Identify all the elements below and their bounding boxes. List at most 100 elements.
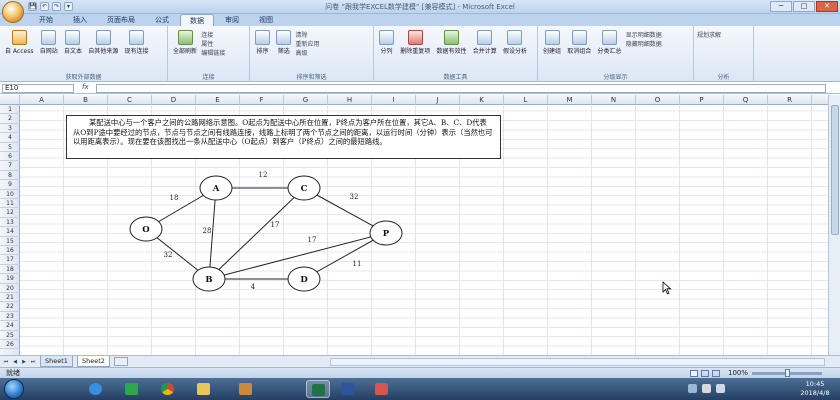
start-button[interactable] xyxy=(4,379,24,399)
from-text-button[interactable]: 自文本 xyxy=(64,28,82,55)
reapply-link[interactable]: 重新应用 xyxy=(295,40,319,49)
tab-view[interactable]: 视图 xyxy=(250,14,282,26)
subtotal-button[interactable]: 分类汇总 xyxy=(598,28,622,55)
column-header-H[interactable]: H xyxy=(328,95,372,105)
vertical-scrollbar[interactable] xyxy=(828,95,840,357)
row-header-3[interactable]: 3 xyxy=(0,124,20,134)
row-header-10[interactable]: 10 xyxy=(0,190,20,199)
row-header-6[interactable]: 6 xyxy=(0,152,20,162)
save-icon[interactable]: 💾 xyxy=(28,2,37,11)
column-header-P[interactable]: P xyxy=(680,95,724,105)
name-box[interactable]: E10 xyxy=(2,84,74,93)
function-icon[interactable]: fx xyxy=(82,83,89,91)
solver-button[interactable]: 规划求解 xyxy=(697,31,721,40)
office-button[interactable] xyxy=(2,1,24,23)
row-header-11[interactable]: 11 xyxy=(0,199,20,209)
scroll-thumb[interactable] xyxy=(831,105,839,235)
zoom-knob[interactable] xyxy=(785,369,790,377)
column-header-I[interactable]: I xyxy=(372,95,416,105)
tab-formulas[interactable]: 公式 xyxy=(146,14,178,26)
chrome-taskbar-button[interactable] xyxy=(156,380,180,398)
column-header-A[interactable]: A xyxy=(20,95,64,105)
sort-button[interactable]: 排序 xyxy=(255,28,270,55)
row-header-14[interactable]: 14 xyxy=(0,227,20,237)
what-if-button[interactable]: 假设分析 xyxy=(503,28,527,55)
horizontal-scrollbar[interactable] xyxy=(330,358,825,366)
from-other-sources-button[interactable]: 自其他来源 xyxy=(88,28,118,55)
group-button[interactable]: 创建组 xyxy=(543,28,561,55)
tray-network-icon[interactable] xyxy=(702,384,711,393)
page-layout-view-icon[interactable] xyxy=(701,370,709,377)
from-web-button[interactable]: 自网站 xyxy=(40,28,58,55)
close-button[interactable]: ✕ xyxy=(816,1,838,12)
row-header-12[interactable]: 12 xyxy=(0,208,20,218)
normal-view-icon[interactable] xyxy=(690,370,698,377)
formula-input[interactable] xyxy=(96,84,826,93)
maximize-button[interactable]: □ xyxy=(793,1,815,12)
row-header-22[interactable]: 22 xyxy=(0,302,20,312)
row-header-19[interactable]: 19 xyxy=(0,274,20,284)
word-taskbar-button[interactable] xyxy=(336,380,360,398)
prev-sheet-icon[interactable]: ◀ xyxy=(11,358,19,366)
data-validation-button[interactable]: 数据有效性 xyxy=(436,28,467,55)
next-sheet-icon[interactable]: ▶ xyxy=(20,358,28,366)
row-header-5[interactable]: 5 xyxy=(0,143,20,152)
column-header-G[interactable]: G xyxy=(284,95,328,105)
row-header-2[interactable]: 2 xyxy=(0,114,20,124)
folder-taskbar-button[interactable] xyxy=(192,380,216,398)
column-header-M[interactable]: M xyxy=(548,95,592,105)
column-header-L[interactable]: L xyxy=(504,95,548,105)
connections-link[interactable]: 连接 xyxy=(201,31,225,40)
row-header-4[interactable]: 4 xyxy=(0,133,20,143)
column-header-O[interactable]: O xyxy=(636,95,680,105)
customize-qat-icon[interactable]: ▾ xyxy=(64,2,73,11)
refresh-all-button[interactable]: 全部刷新 xyxy=(173,28,197,55)
filter-button[interactable]: 筛选 xyxy=(276,28,292,55)
row-header-24[interactable]: 24 xyxy=(0,321,20,331)
edit-links-link[interactable]: 编辑链接 xyxy=(201,49,225,58)
advanced-filter-link[interactable]: 高级 xyxy=(295,49,319,58)
row-header-8[interactable]: 8 xyxy=(0,171,20,181)
row-header-26[interactable]: 26 xyxy=(0,340,20,350)
consolidate-button[interactable]: 合并计算 xyxy=(473,28,497,55)
first-sheet-icon[interactable]: ⏮ xyxy=(2,358,10,366)
from-access-button[interactable]: 自 Access xyxy=(5,28,33,55)
row-header-20[interactable]: 20 xyxy=(0,284,20,293)
row-header-9[interactable]: 9 xyxy=(0,180,20,190)
existing-connections-button[interactable]: 现有连接 xyxy=(124,28,148,55)
row-header-1[interactable]: 1 xyxy=(0,105,20,115)
column-header-B[interactable]: B xyxy=(64,95,108,105)
column-header-N[interactable]: N xyxy=(592,95,636,105)
page-break-view-icon[interactable] xyxy=(712,370,720,377)
tab-insert[interactable]: 插入 xyxy=(64,14,96,26)
column-header-J[interactable]: J xyxy=(416,95,460,105)
text-to-columns-button[interactable]: 分列 xyxy=(379,28,394,55)
row-header-13[interactable]: 13 xyxy=(0,218,20,228)
tab-page-layout[interactable]: 页面布局 xyxy=(98,14,144,26)
column-header-F[interactable]: F xyxy=(240,95,284,105)
row-header-15[interactable]: 15 xyxy=(0,237,20,246)
column-header-D[interactable]: D xyxy=(152,95,196,105)
row-header-7[interactable]: 7 xyxy=(0,161,20,171)
minimize-button[interactable]: ─ xyxy=(770,1,792,12)
player-taskbar-button[interactable] xyxy=(234,380,258,398)
edge-B-C[interactable] xyxy=(208,187,305,280)
sheet-tab-1[interactable]: Sheet1 xyxy=(40,356,73,367)
row-header-21[interactable]: 21 xyxy=(0,293,20,303)
row-header-18[interactable]: 18 xyxy=(0,265,20,275)
ie-taskbar-button[interactable] xyxy=(84,380,108,398)
undo-icon[interactable]: ↶ xyxy=(40,2,49,11)
row-header-23[interactable]: 23 xyxy=(0,312,20,322)
volume-icon[interactable] xyxy=(716,384,725,393)
sheet-tab-2[interactable]: Sheet2 xyxy=(77,356,110,367)
zoom-level[interactable]: 100% xyxy=(728,368,748,378)
column-header-C[interactable]: C xyxy=(108,95,152,105)
show-detail-link[interactable]: 显示明细数据 xyxy=(626,31,662,40)
column-header-E[interactable]: E xyxy=(196,95,240,105)
properties-link[interactable]: 属性 xyxy=(201,40,225,49)
tab-review[interactable]: 审阅 xyxy=(216,14,248,26)
tray-app-icon[interactable] xyxy=(688,384,697,393)
paint-taskbar-button[interactable] xyxy=(370,380,394,398)
select-all-corner[interactable] xyxy=(0,95,20,105)
column-header-R[interactable]: R xyxy=(768,95,812,105)
